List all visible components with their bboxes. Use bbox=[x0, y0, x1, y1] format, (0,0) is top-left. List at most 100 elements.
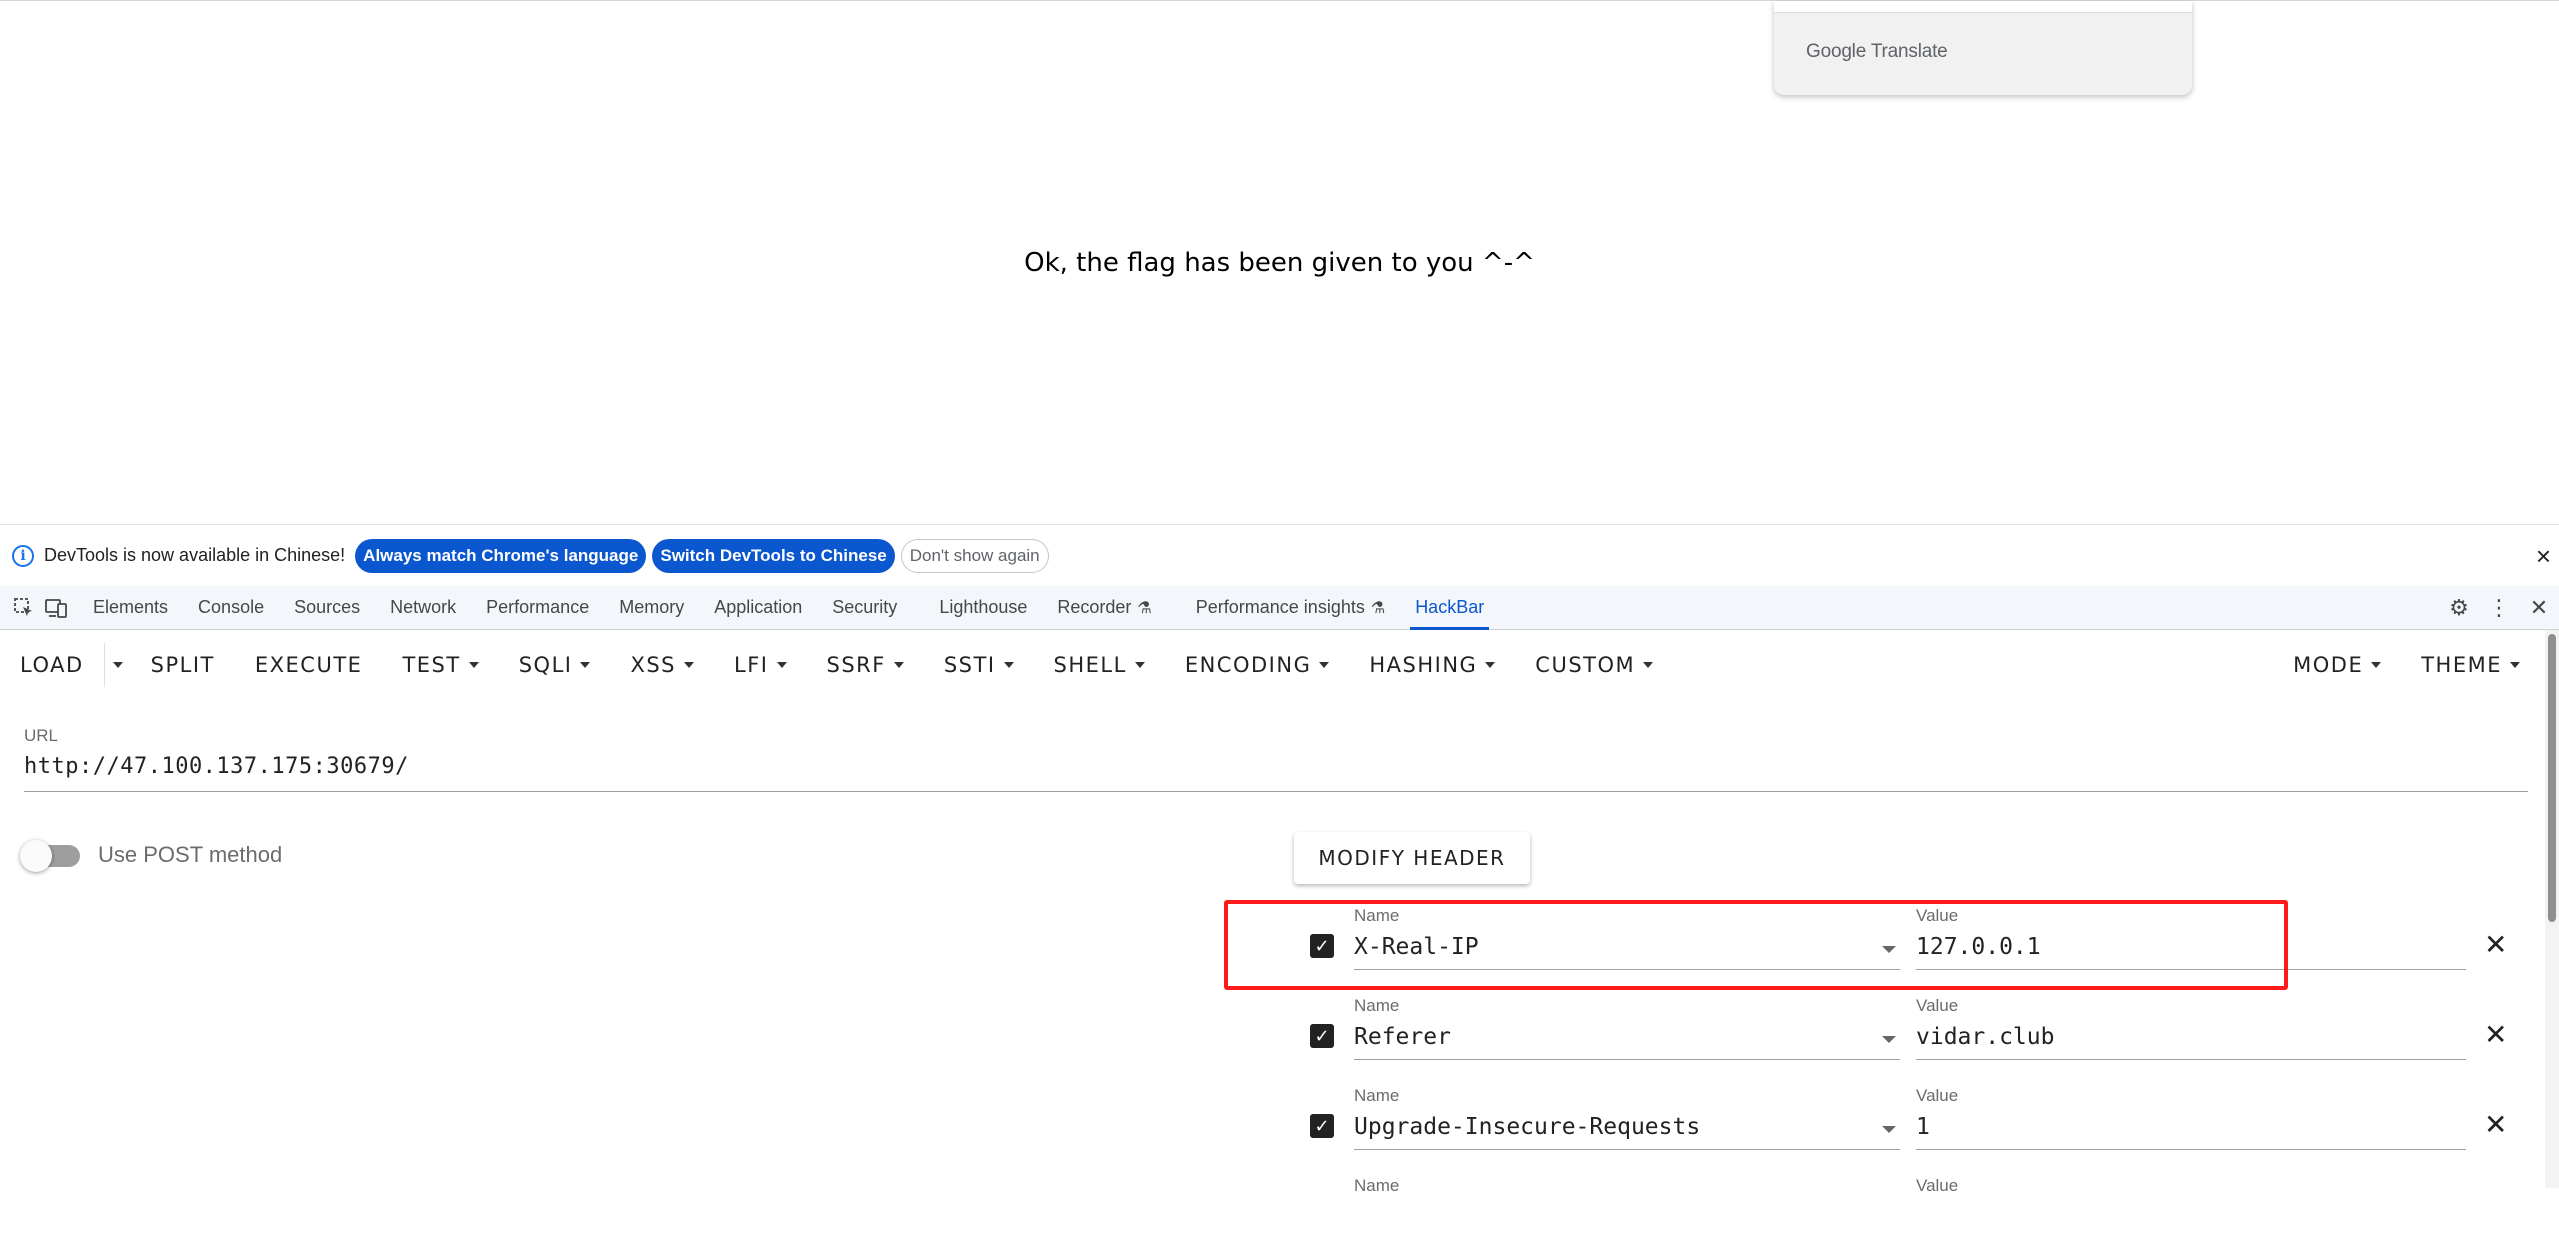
header-value-input[interactable]: 127.0.0.1 bbox=[1916, 930, 2466, 970]
lfi-menu-button[interactable]: LFI bbox=[714, 630, 806, 700]
mode-menu-button[interactable]: MODE bbox=[2273, 630, 2401, 700]
shell-menu-button[interactable]: SHELL bbox=[1034, 630, 1165, 700]
devtools-tab-strip: Elements Console Sources Network Perform… bbox=[0, 586, 2559, 630]
tab-recorder-label: Recorder bbox=[1057, 597, 1132, 617]
settings-gear-icon[interactable]: ⚙ bbox=[2439, 595, 2479, 621]
execute-button[interactable]: EXECUTE bbox=[235, 630, 383, 700]
more-options-icon[interactable]: ⋮ bbox=[2479, 595, 2519, 621]
post-method-toggle[interactable] bbox=[20, 840, 80, 872]
hackbar-toolbar-right: MODE THEME bbox=[2273, 630, 2540, 700]
header-value-input[interactable]: 1 bbox=[1916, 1110, 2466, 1150]
page-viewport: Google Translate Ok, the flag has been g… bbox=[0, 0, 2559, 524]
tab-memory[interactable]: Memory bbox=[604, 586, 699, 630]
tab-hackbar[interactable]: HackBar bbox=[1400, 586, 1499, 630]
header-name-value: X-Real-IP bbox=[1354, 934, 1479, 960]
load-dropdown-caret[interactable] bbox=[103, 643, 131, 687]
header-name-select[interactable]: Referer bbox=[1354, 1020, 1900, 1060]
page-message: Ok, the flag has been given to you ^-^ bbox=[1024, 248, 1535, 278]
tab-elements[interactable]: Elements bbox=[78, 586, 183, 630]
sqli-menu-button[interactable]: SQLI bbox=[499, 630, 611, 700]
hackbar-toolbar: LOAD SPLIT EXECUTE TEST SQLI XSS LFI SSR… bbox=[0, 630, 2540, 700]
tab-recorder[interactable]: Recorder ⚗ bbox=[1042, 586, 1166, 630]
close-icon[interactable]: × bbox=[2536, 541, 2551, 572]
ssrf-menu-button[interactable]: SSRF bbox=[807, 630, 924, 700]
chevron-down-icon bbox=[2510, 662, 2520, 668]
hashing-menu-button[interactable]: HASHING bbox=[1349, 630, 1515, 700]
theme-menu-button[interactable]: THEME bbox=[2401, 630, 2540, 700]
load-button[interactable]: LOAD bbox=[0, 630, 104, 700]
google-translate-brand[interactable]: Google Translate bbox=[1806, 41, 1948, 63]
header-name-label: Name bbox=[1354, 1176, 1400, 1195]
header-row: ✓ Name Referer Value vidar.club ✕ bbox=[1306, 996, 2516, 1076]
shell-label: SHELL bbox=[1053, 653, 1127, 677]
header-name-label: Name bbox=[1354, 906, 1400, 925]
chevron-down-icon bbox=[684, 662, 695, 668]
ssrf-label: SSRF bbox=[826, 653, 886, 677]
header-value-input[interactable]: vidar.club bbox=[1916, 1020, 2466, 1060]
header-value-label: Value bbox=[1916, 906, 1959, 925]
custom-label: CUSTOM bbox=[1535, 653, 1636, 677]
split-button[interactable]: SPLIT bbox=[131, 630, 235, 700]
chevron-down-icon bbox=[1882, 946, 1896, 953]
tab-console[interactable]: Console bbox=[183, 586, 279, 630]
chevron-down-icon bbox=[468, 662, 479, 668]
test-menu-button[interactable]: TEST bbox=[382, 630, 498, 700]
tab-security[interactable]: Security bbox=[817, 586, 912, 630]
custom-menu-button[interactable]: CUSTOM bbox=[1515, 630, 1673, 700]
header-name-label: Name bbox=[1354, 996, 1400, 1015]
encoding-label: ENCODING bbox=[1184, 653, 1312, 677]
header-name-value: Upgrade-Insecure-Requests bbox=[1354, 1114, 1701, 1140]
tab-performance-insights[interactable]: Performance insights ⚗ bbox=[1181, 586, 1400, 630]
post-method-label: Use POST method bbox=[98, 842, 283, 867]
header-enabled-checkbox[interactable]: ✓ bbox=[1310, 1114, 1334, 1138]
info-icon: i bbox=[12, 544, 34, 567]
xss-menu-button[interactable]: XSS bbox=[610, 630, 714, 700]
devtools-actions: ⚙ ⋮ ✕ bbox=[2439, 586, 2559, 630]
chevron-down-icon bbox=[1003, 662, 1014, 668]
tab-application[interactable]: Application bbox=[699, 586, 817, 630]
device-toolbar-icon[interactable] bbox=[40, 586, 72, 630]
encoding-menu-button[interactable]: ENCODING bbox=[1165, 630, 1350, 700]
chevron-down-icon bbox=[580, 662, 591, 668]
hashing-label: HASHING bbox=[1369, 653, 1478, 677]
devtools-language-infobar: i DevTools is now available in Chinese! … bbox=[0, 524, 2559, 586]
header-enabled-checkbox[interactable]: ✓ bbox=[1310, 934, 1334, 958]
remove-header-close-icon[interactable]: ✕ bbox=[2484, 1018, 2507, 1051]
inspect-element-icon[interactable] bbox=[8, 586, 40, 630]
chevron-down-icon bbox=[1882, 1126, 1896, 1133]
header-value-label: Value bbox=[1916, 1086, 1959, 1105]
tab-sources[interactable]: Sources bbox=[279, 586, 375, 630]
experiment-flask-icon: ⚗ bbox=[1137, 599, 1152, 617]
mode-label: MODE bbox=[2293, 653, 2364, 677]
tab-performance[interactable]: Performance bbox=[471, 586, 604, 630]
tab-lighthouse[interactable]: Lighthouse bbox=[924, 586, 1042, 630]
url-input[interactable]: http://47.100.137.175:30679/ bbox=[24, 754, 2528, 792]
chevron-down-icon bbox=[1319, 662, 1330, 668]
url-label: URL bbox=[24, 726, 59, 745]
infobar-text: DevTools is now available in Chinese! bbox=[44, 545, 346, 565]
modify-header-button[interactable]: MODIFY HEADER bbox=[1294, 832, 1530, 884]
remove-header-close-icon[interactable]: ✕ bbox=[2484, 1108, 2507, 1141]
remove-header-close-icon[interactable]: ✕ bbox=[2484, 928, 2507, 961]
header-enabled-checkbox[interactable]: ✓ bbox=[1310, 1024, 1334, 1048]
tab-network[interactable]: Network bbox=[375, 586, 471, 630]
header-name-value: Referer bbox=[1354, 1024, 1451, 1050]
close-devtools-icon[interactable]: ✕ bbox=[2519, 595, 2559, 621]
chevron-down-icon bbox=[893, 662, 904, 668]
chevron-down-icon bbox=[2371, 662, 2382, 668]
chevron-down-icon bbox=[1643, 662, 1654, 668]
scrollbar-thumb[interactable] bbox=[2548, 634, 2556, 922]
google-logo-text: Google bbox=[1806, 41, 1867, 62]
switch-devtools-chinese-button[interactable]: Switch DevTools to Chinese bbox=[652, 538, 895, 573]
always-match-language-button[interactable]: Always match Chrome's language bbox=[355, 538, 647, 573]
chevron-down-icon bbox=[776, 662, 787, 668]
header-name-select[interactable]: Upgrade-Insecure-Requests bbox=[1354, 1110, 1900, 1150]
ssti-menu-button[interactable]: SSTI bbox=[924, 630, 1034, 700]
dont-show-again-button[interactable]: Don't show again bbox=[900, 538, 1049, 573]
hackbar-scrollbar[interactable] bbox=[2545, 630, 2559, 1188]
header-row: ✓ Name Upgrade-Insecure-Requests Value 1… bbox=[1306, 1086, 2516, 1166]
lfi-label: LFI bbox=[734, 653, 769, 677]
tab-performance-insights-label: Performance insights bbox=[1195, 597, 1365, 617]
popup-divider bbox=[1774, 1, 2192, 13]
header-name-select[interactable]: X-Real-IP bbox=[1354, 930, 1900, 970]
